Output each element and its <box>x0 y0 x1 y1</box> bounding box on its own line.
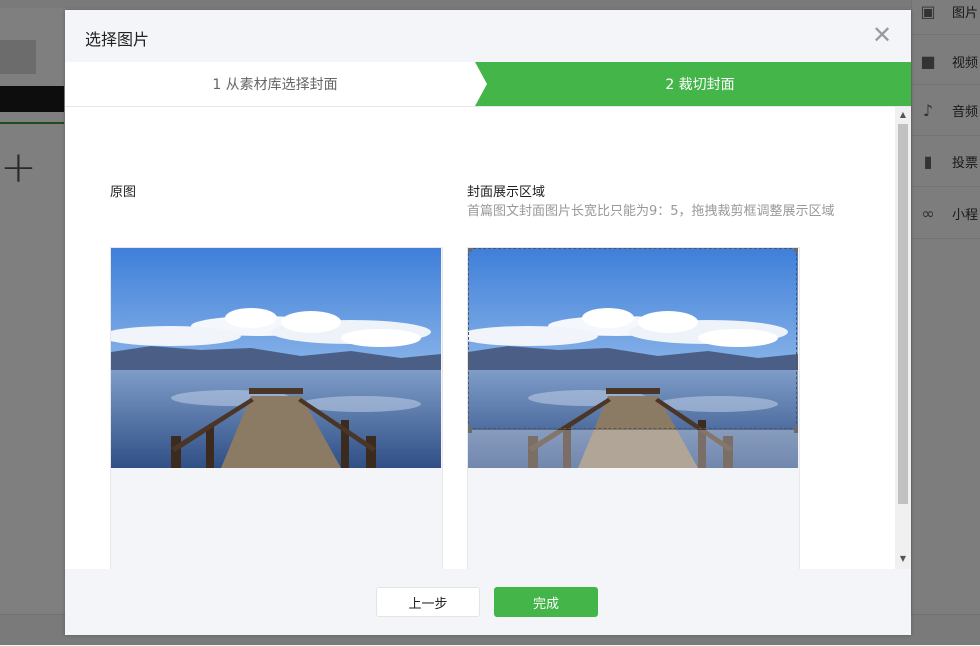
crop-handle-bottom-right[interactable] <box>794 426 798 433</box>
scroll-down-arrow-icon[interactable]: ▼ <box>898 554 908 564</box>
done-button[interactable]: 完成 <box>494 587 598 617</box>
close-icon[interactable]: ✕ <box>871 22 893 48</box>
dialog-title: 选择图片 <box>85 30 150 49</box>
step-2-crop-cover: 2 裁切封面 <box>475 62 911 106</box>
dialog-content: 原图 封面展示区域 首篇图文封面图片长宽比只能为9：5，拖拽裁剪框调整展示区域 <box>65 107 895 569</box>
crop-outside-dim <box>468 430 798 468</box>
cover-photo <box>468 248 798 468</box>
cover-crop-box <box>467 247 800 569</box>
dialog-header: 选择图片 ✕ <box>65 10 911 62</box>
step-1-select-from-library: 1 从素材库选择封面 <box>65 62 485 106</box>
crop-handle-top-left[interactable] <box>468 248 472 252</box>
cover-aspect-hint: 首篇图文封面图片长宽比只能为9：5，拖拽裁剪框调整展示区域 <box>467 204 835 219</box>
dialog-footer: 上一步 完成 <box>65 569 911 635</box>
scrollbar-thumb[interactable] <box>898 124 908 504</box>
scroll-up-arrow-icon[interactable]: ▲ <box>898 110 908 120</box>
original-image-box <box>110 247 443 569</box>
original-image-label: 原图 <box>110 185 137 200</box>
crop-handle-bottom-left[interactable] <box>468 426 472 433</box>
crop-frame[interactable] <box>468 248 797 429</box>
crop-handle-top-right[interactable] <box>794 248 798 252</box>
original-photo <box>111 248 441 468</box>
cover-area-label: 封面展示区域 <box>467 185 546 200</box>
previous-step-button[interactable]: 上一步 <box>376 587 480 617</box>
dialog-scrollbar[interactable]: ▲ ▼ <box>895 107 911 569</box>
step-indicator: 1 从素材库选择封面 2 裁切封面 <box>65 62 911 107</box>
select-image-dialog: 选择图片 ✕ 1 从素材库选择封面 2 裁切封面 原图 封面展示区域 首篇图文封… <box>65 10 911 635</box>
